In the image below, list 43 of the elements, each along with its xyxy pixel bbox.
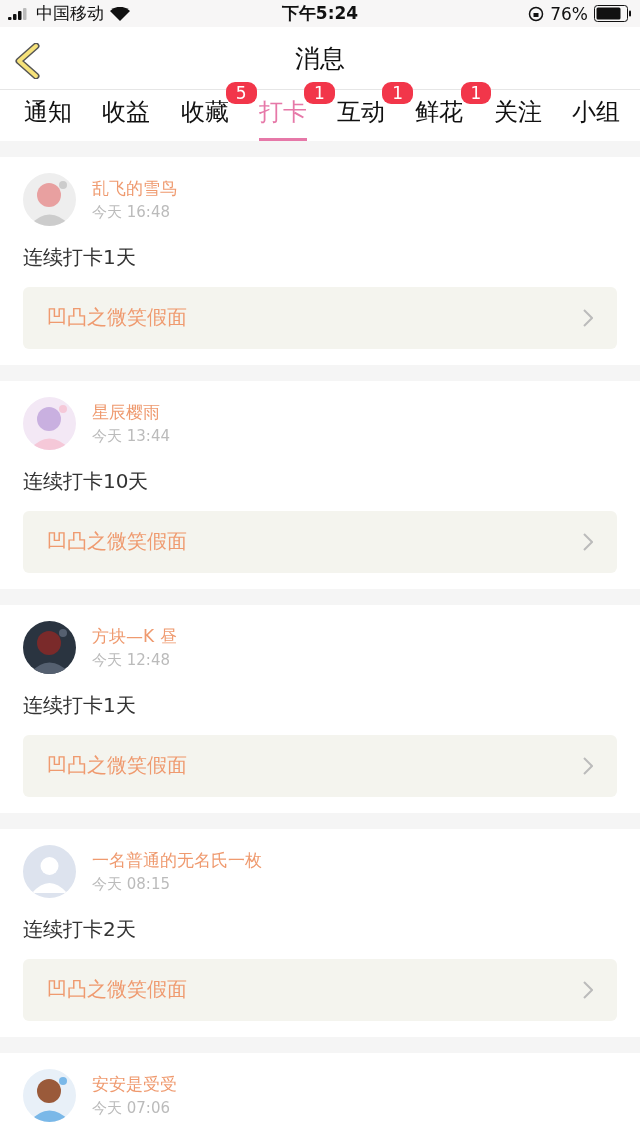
count-badge: 1 (304, 82, 335, 105)
chevron-right-icon (583, 533, 593, 551)
linked-title: 凹凸之微笑假面 (47, 976, 187, 1004)
count-badge: 5 (225, 82, 257, 105)
user-name[interactable]: 方块—K 昼 (92, 625, 177, 648)
user-name[interactable]: 乱飞的雪鸟 (92, 177, 177, 200)
linked-title: 凹凸之微笑假面 (47, 528, 187, 556)
page-title: 消息 (295, 42, 345, 75)
message-text: 连续打卡1天 (23, 692, 137, 719)
linked-item[interactable]: 凹凸之微笑假面 (23, 511, 617, 573)
message-text: 连续打卡1天 (23, 244, 137, 271)
battery-percent: 76% (550, 3, 588, 24)
avatar-icon (23, 845, 76, 898)
chevron-right-icon (583, 981, 593, 999)
back-icon[interactable] (14, 43, 42, 80)
chevron-right-icon (583, 757, 593, 775)
message-time: 今天 12:48 (92, 651, 171, 670)
tab[interactable]: 收益 (102, 90, 151, 141)
linked-item[interactable]: 凹凸之微笑假面 (23, 959, 617, 1021)
count-badge: 1 (382, 82, 414, 105)
tab[interactable]: 小组 (571, 90, 620, 141)
message-time: 今天 13:44 (92, 427, 170, 446)
tab[interactable]: 通知 (24, 90, 72, 141)
rotation-lock-icon (528, 5, 545, 22)
message-time: 今天 08:15 (92, 875, 171, 894)
carrier-name: 中国移动 (36, 2, 104, 26)
linked-title: 凹凸之微笑假面 (47, 304, 187, 332)
battery-icon (594, 5, 632, 23)
signal-icon (8, 7, 30, 20)
chevron-right-icon (583, 309, 593, 327)
user-name[interactable]: 安安是受受 (92, 1073, 177, 1096)
user-name[interactable]: 星辰樱雨 (92, 401, 170, 424)
message-text: 连续打卡10天 (23, 468, 150, 495)
tab[interactable]: 关注 (493, 90, 542, 141)
message-time: 今天 07:06 (92, 1099, 171, 1118)
message-text: 连续打卡2天 (23, 916, 137, 943)
user-name[interactable]: 一名普通的无名氏一枚 (92, 849, 262, 872)
wifi-icon (110, 6, 130, 21)
linked-item[interactable]: 凹凸之微笑假面 (23, 287, 617, 349)
message-time: 今天 16:48 (92, 203, 171, 222)
linked-title: 凹凸之微笑假面 (47, 752, 187, 780)
linked-item[interactable]: 凹凸之微笑假面 (23, 735, 617, 797)
clock-time: 下午5:24 (281, 2, 359, 26)
